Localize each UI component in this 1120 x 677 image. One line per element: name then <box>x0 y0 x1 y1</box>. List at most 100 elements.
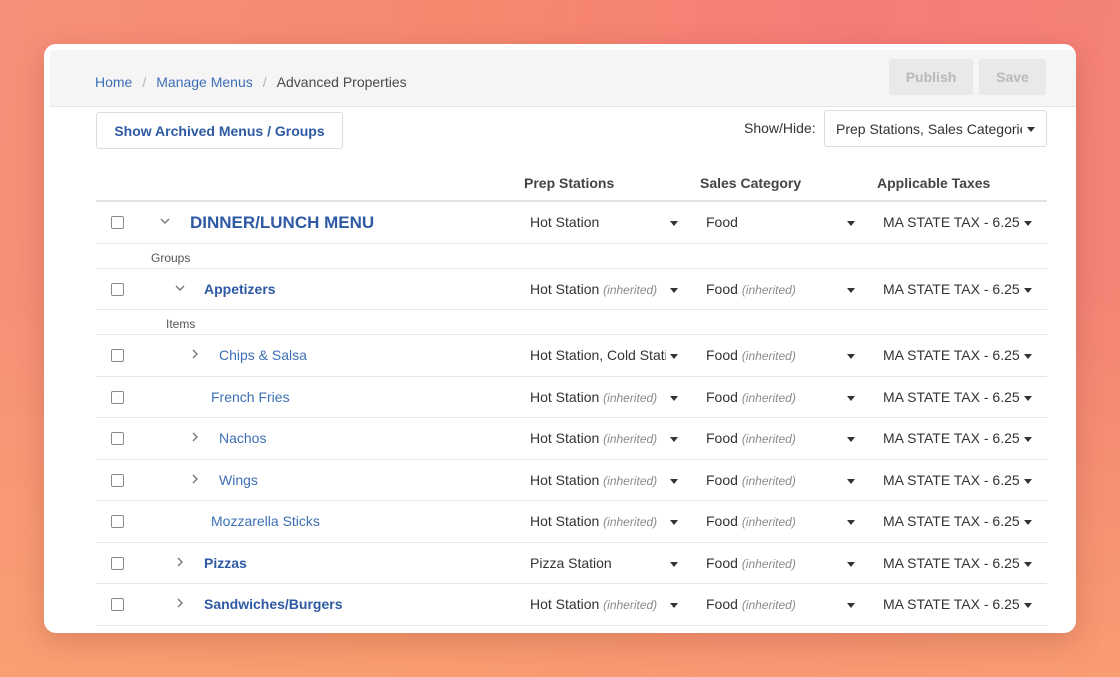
row-name-appetizers[interactable]: Appetizers <box>204 281 276 297</box>
applicable-taxes-select[interactable]: MA STATE TAX - 6.25% <box>883 555 1019 571</box>
chevron-down-icon[interactable] <box>158 213 172 229</box>
sales-category-select[interactable]: Food (inherited) <box>706 513 846 529</box>
sales-category-select[interactable]: Food (inherited) <box>706 596 846 612</box>
row-name-wings[interactable]: Wings <box>219 472 258 488</box>
applicable-taxes-select[interactable]: MA STATE TAX - 6.25% <box>883 596 1019 612</box>
prep-station-select[interactable]: Hot Station (inherited) <box>530 472 666 488</box>
chevron-down-icon[interactable] <box>670 221 678 226</box>
column-header-prep-stations: Prep Stations <box>524 175 615 191</box>
chevron-down-icon[interactable] <box>670 520 678 525</box>
chevron-down-icon[interactable] <box>847 287 855 293</box>
breadcrumb-home-link[interactable]: Home <box>95 74 132 90</box>
prep-station-select-value: Hot Station, Cold Station <box>530 347 666 363</box>
prep-station-select[interactable]: Hot Station (inherited) <box>530 281 666 297</box>
row-checkbox[interactable] <box>111 216 124 229</box>
chevron-down-icon[interactable] <box>1024 603 1032 608</box>
applicable-taxes-select[interactable]: MA STATE TAX - 6.25% <box>883 281 1019 297</box>
inherited-label: (inherited) <box>741 349 796 363</box>
inherited-label: (inherited) <box>603 515 658 529</box>
sales-category-select-value: Food <box>706 388 738 405</box>
row-checkbox[interactable] <box>111 556 124 570</box>
row-name-nachos[interactable]: Nachos <box>219 430 266 446</box>
row-name-chips-salsa[interactable]: Chips & Salsa <box>219 347 307 363</box>
row-checkbox[interactable] <box>111 473 124 487</box>
sales-category-select[interactable]: Food (inherited) <box>706 555 846 571</box>
prep-station-select[interactable]: Hot Station (inherited) <box>530 430 666 446</box>
chevron-down-icon[interactable] <box>1024 221 1032 226</box>
applicable-taxes-select[interactable]: MA STATE TAX - 6.25% <box>883 513 1019 529</box>
applicable-taxes-select[interactable]: MA STATE TAX - 6.25% <box>883 389 1019 405</box>
chevron-down-icon[interactable] <box>847 561 855 567</box>
sales-category-select[interactable]: Food (inherited) <box>706 347 846 363</box>
chevron-right-icon[interactable] <box>188 471 202 487</box>
chevron-right-icon[interactable] <box>188 346 202 362</box>
row-checkbox[interactable] <box>111 282 124 296</box>
chevron-down-icon[interactable] <box>1024 437 1032 442</box>
row-name-french-fries[interactable]: French Fries <box>211 389 290 405</box>
row-name-sandwiches-burgers[interactable]: Sandwiches/Burgers <box>204 596 343 612</box>
chevron-down-icon[interactable] <box>847 478 855 484</box>
chevron-down-icon[interactable] <box>670 354 678 359</box>
chevron-down-icon[interactable] <box>847 603 855 608</box>
chevron-down-icon[interactable] <box>1024 395 1032 401</box>
chevron-down-icon[interactable] <box>670 561 678 567</box>
show-hide-value: Prep Stations, Sales Categories <box>836 120 1022 137</box>
sales-category-select-value: Food <box>706 214 738 230</box>
chevron-down-icon[interactable] <box>847 520 855 525</box>
chevron-down-icon[interactable] <box>847 354 855 359</box>
chevron-right-icon[interactable] <box>173 595 187 611</box>
sales-category-select-value: Food <box>706 280 738 297</box>
chevron-down-icon[interactable] <box>1024 561 1032 567</box>
applicable-taxes-select[interactable]: MA STATE TAX - 6.25% <box>883 430 1019 446</box>
chevron-down-icon[interactable] <box>670 395 678 401</box>
section-label-row: Items <box>96 310 1047 335</box>
sales-category-select[interactable]: Food <box>706 214 846 230</box>
sales-category-select[interactable]: Food (inherited) <box>706 281 846 297</box>
applicable-taxes-select-value: MA STATE TAX - 6.25% <box>883 513 1019 529</box>
prep-station-select[interactable]: Hot Station <box>530 214 666 230</box>
chevron-down-icon[interactable] <box>173 280 187 296</box>
chevron-down-icon[interactable] <box>670 437 678 442</box>
row-checkbox[interactable] <box>111 349 124 362</box>
chevron-down-icon[interactable] <box>847 437 855 442</box>
prep-station-select[interactable]: Hot Station (inherited) <box>530 596 666 612</box>
show-archived-button[interactable]: Show Archived Menus / Groups <box>96 112 343 149</box>
applicable-taxes-select[interactable]: MA STATE TAX - 6.25% <box>883 214 1019 230</box>
row-checkbox[interactable] <box>111 390 124 404</box>
applicable-taxes-select[interactable]: MA STATE TAX - 6.25% <box>883 472 1019 488</box>
save-button[interactable]: Save <box>979 59 1046 95</box>
sales-category-select[interactable]: Food (inherited) <box>706 389 846 405</box>
inherited-label: (inherited) <box>603 390 658 405</box>
prep-station-select[interactable]: Hot Station, Cold Station <box>530 347 666 363</box>
row-name-dinner-lunch-menu[interactable]: DINNER/LUNCH MENU <box>190 213 374 233</box>
publish-button[interactable]: Publish <box>889 59 973 95</box>
prep-station-select[interactable]: Pizza Station <box>530 555 666 571</box>
chevron-down-icon[interactable] <box>847 221 855 226</box>
chevron-down-icon[interactable] <box>1024 478 1032 484</box>
applicable-taxes-select[interactable]: MA STATE TAX - 6.25% <box>883 347 1019 363</box>
chevron-down-icon[interactable] <box>1024 354 1032 359</box>
chevron-down-icon[interactable] <box>670 603 678 608</box>
chevron-right-icon[interactable] <box>173 554 187 570</box>
row-checkbox[interactable] <box>111 432 124 445</box>
prep-station-select[interactable]: Hot Station (inherited) <box>530 389 666 405</box>
table-row: Appetizers Hot Station (inherited) Food (i… <box>96 269 1047 310</box>
show-hide-select[interactable]: Prep Stations, Sales Categories <box>824 110 1047 147</box>
row-name-mozzarella-sticks[interactable]: Mozzarella Sticks <box>211 513 320 529</box>
breadcrumb-manage-menus-link[interactable]: Manage Menus <box>156 74 253 90</box>
show-hide-label: Show/Hide: <box>744 120 816 136</box>
chevron-down-icon[interactable] <box>847 395 855 401</box>
chevron-down-icon[interactable] <box>670 478 678 484</box>
row-checkbox[interactable] <box>111 515 124 528</box>
sales-category-select-value: Food <box>706 596 738 612</box>
prep-station-select[interactable]: Hot Station (inherited) <box>530 513 666 529</box>
breadcrumb-current: Advanced Properties <box>276 74 407 90</box>
chevron-right-icon[interactable] <box>188 429 202 445</box>
chevron-down-icon[interactable] <box>670 287 678 293</box>
row-name-pizzas[interactable]: Pizzas <box>204 555 247 571</box>
chevron-down-icon[interactable] <box>1024 287 1032 293</box>
sales-category-select[interactable]: Food (inherited) <box>706 472 846 488</box>
row-checkbox[interactable] <box>111 598 124 611</box>
sales-category-select[interactable]: Food (inherited) <box>706 430 846 446</box>
chevron-down-icon[interactable] <box>1024 520 1032 525</box>
